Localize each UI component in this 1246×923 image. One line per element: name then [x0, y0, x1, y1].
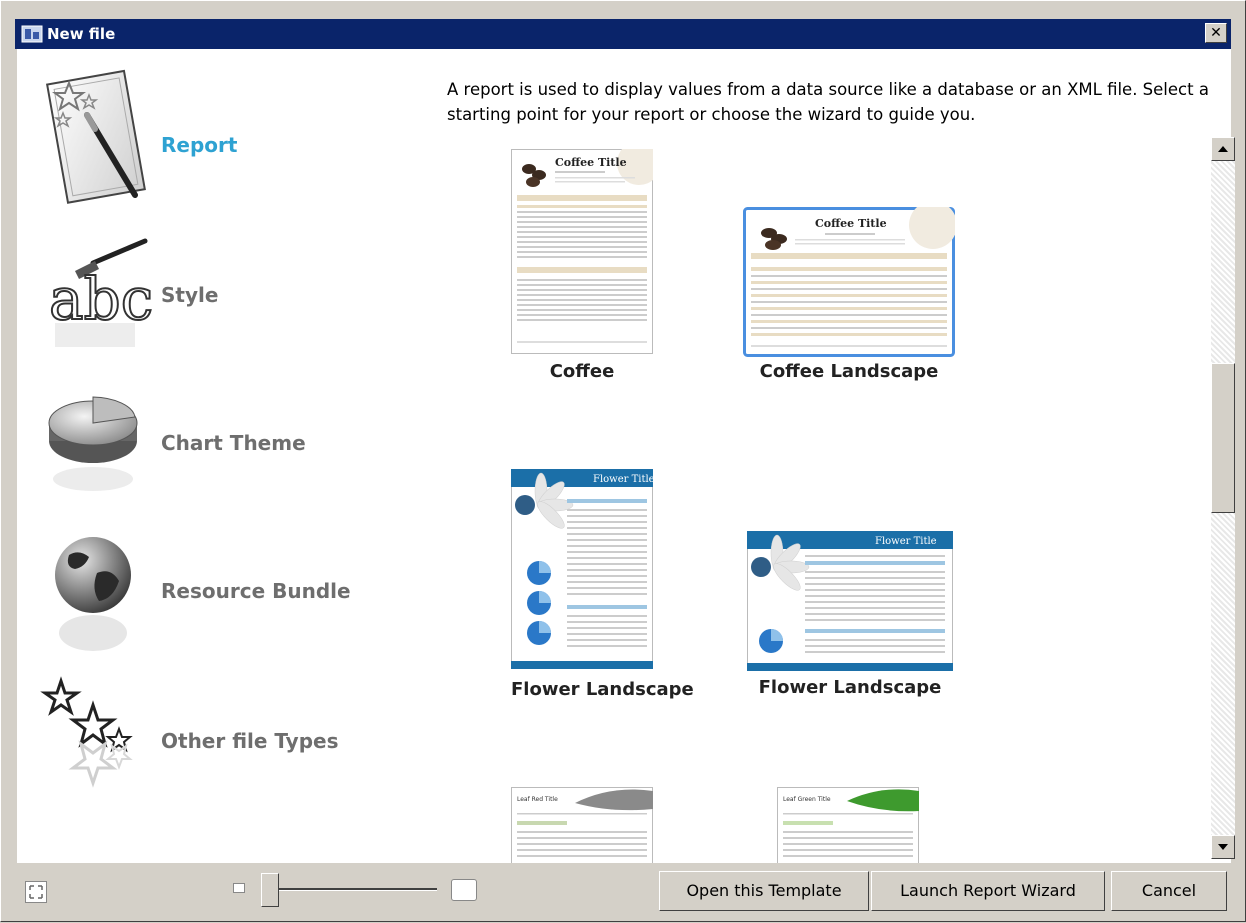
style-brush-icon: abc — [48, 238, 154, 347]
template-coffee-landscape[interactable]: Coffee Title Coffee Landscape — [743, 201, 957, 389]
dialog-content: Report abc Style Chart Theme Resource Bu… — [17, 49, 1231, 863]
zoom-slider-track[interactable] — [261, 888, 437, 891]
category-label-other-file-types: Other file Types — [161, 729, 339, 753]
template-label-flower-landscape: Flower Landscape — [758, 677, 942, 698]
expand-view-button[interactable] — [25, 881, 47, 903]
template-leaf-green[interactable]: Leaf Green Title — [777, 787, 919, 863]
zoom-large-icon — [451, 879, 477, 901]
flower-title-text: Flower Title — [593, 474, 653, 485]
new-file-dialog: New file ✕ Report abc Style Chart Theme … — [0, 0, 1246, 922]
svg-text:abc: abc — [49, 265, 153, 333]
template-label-coffee: Coffee — [549, 361, 615, 382]
scroll-up-button[interactable] — [1211, 137, 1235, 161]
bottom-bar: Open this Template Launch Report Wizard … — [1, 863, 1246, 923]
globe-icon — [55, 537, 131, 651]
close-button[interactable]: ✕ — [1205, 23, 1227, 43]
leaf-green-thumbnail: Leaf Green Title — [777, 787, 919, 863]
zoom-slider-thumb[interactable] — [261, 873, 279, 907]
launch-wizard-button[interactable]: Launch Report Wizard — [871, 871, 1105, 911]
close-icon: ✕ — [1210, 25, 1222, 41]
cancel-button[interactable]: Cancel — [1111, 871, 1227, 911]
template-flower-landscape[interactable]: Flower Title Flower Landscape — [747, 531, 953, 707]
template-leaf-red[interactable]: Leaf Red Title — [511, 787, 653, 863]
category-other-file-types[interactable]: Other file Types — [17, 675, 427, 820]
coffee-landscape-thumbnail: Coffee Title — [743, 201, 957, 357]
category-label-chart-theme: Chart Theme — [161, 431, 306, 455]
coffee-landscape-title-text: Coffee Title — [815, 217, 887, 230]
category-style[interactable]: abc Style — [17, 227, 427, 372]
expand-icon — [29, 885, 43, 899]
zoom-small-icon — [233, 883, 245, 893]
category-report[interactable]: Report — [17, 67, 427, 212]
title-bar[interactable]: New file ✕ — [15, 19, 1231, 49]
scroll-down-button[interactable] — [1211, 835, 1235, 859]
category-resource-bundle[interactable]: Resource Bundle — [17, 523, 427, 668]
leaf-red-thumbnail: Leaf Red Title — [511, 787, 653, 863]
open-template-button[interactable]: Open this Template — [659, 871, 869, 911]
arrow-up-icon — [1218, 146, 1228, 152]
stars-icon — [40, 676, 133, 788]
flower-landscape-thumbnail: Flower Title — [747, 531, 953, 671]
category-label-style: Style — [161, 283, 219, 307]
flower-thumbnail: Flower Title — [511, 469, 655, 669]
coffee-title-text: Coffee Title — [555, 156, 627, 169]
description-text: A report is used to display values from … — [447, 80, 1209, 124]
category-label-resource-bundle: Resource Bundle — [161, 579, 351, 603]
report-pen-icon — [45, 69, 146, 204]
category-chart-theme[interactable]: Chart Theme — [17, 379, 427, 524]
window-title: New file — [47, 25, 116, 43]
category-label-report: Report — [161, 133, 238, 157]
vertical-scrollbar[interactable] — [1211, 137, 1235, 859]
scroll-thumb[interactable] — [1211, 363, 1235, 513]
template-coffee[interactable]: Coffee Title Coffee — [511, 141, 661, 389]
template-flower[interactable]: Flower Title Flower Landscape — [511, 469, 694, 705]
template-label-coffee-landscape: Coffee Landscape — [759, 361, 939, 382]
leaf-green-title-text: Leaf Green Title — [783, 796, 831, 803]
coffee-thumbnail: Coffee Title — [511, 141, 661, 354]
arrow-down-icon — [1218, 844, 1228, 850]
app-icon — [21, 25, 43, 43]
leaf-red-title-text: Leaf Red Title — [517, 796, 558, 803]
template-label-flower: Flower Landscape — [511, 679, 694, 700]
pie-chart-icon — [48, 396, 138, 491]
flower-landscape-title-text: Flower Title — [875, 536, 937, 547]
